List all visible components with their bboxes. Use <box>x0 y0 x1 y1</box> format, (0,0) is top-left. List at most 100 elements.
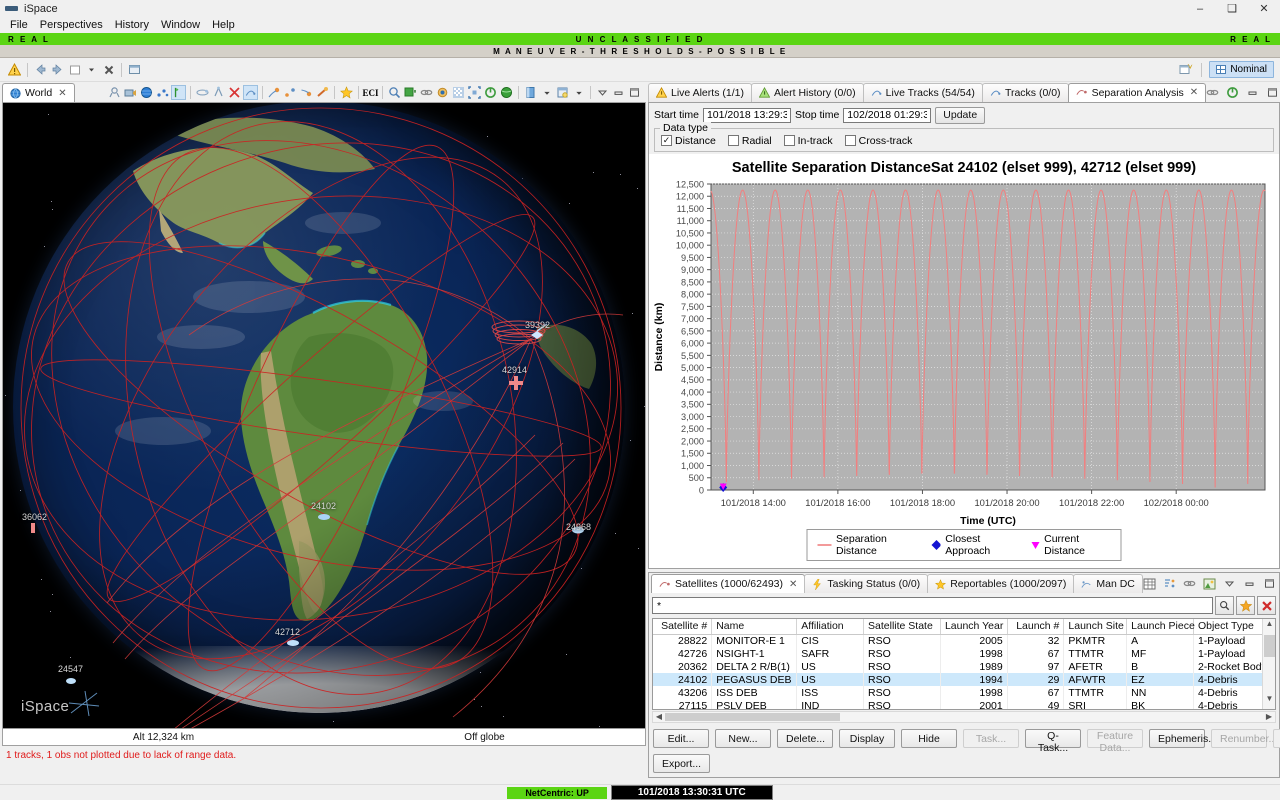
update-button[interactable]: Update <box>935 107 985 124</box>
checkbox-distance[interactable]: ✓Distance <box>661 135 716 147</box>
maximize-icon[interactable] <box>627 85 642 100</box>
col-launch-year[interactable]: Launch Year <box>940 619 1007 634</box>
scrollbar-thumb[interactable] <box>1264 635 1275 657</box>
chevron-down-icon[interactable] <box>571 85 586 100</box>
col-launch-site[interactable]: Launch Site <box>1064 619 1127 634</box>
minimize-icon[interactable] <box>1245 85 1260 100</box>
table-layout-icon[interactable] <box>1142 576 1157 591</box>
view-menu-icon[interactable] <box>1222 576 1237 591</box>
menu-history[interactable]: History <box>109 18 155 32</box>
fullscreen-icon[interactable] <box>467 85 482 100</box>
terminate-icon[interactable] <box>100 61 117 78</box>
globe-view[interactable]: 39392 42914 36062 24102 24968 42712 2454… <box>2 102 646 746</box>
scroll-left-icon[interactable]: ◀ <box>653 712 665 722</box>
rotate-icon[interactable] <box>483 85 498 100</box>
table-row[interactable]: 27115PSLV DEBINDRSO200149SRIBK4-Debris <box>653 699 1275 710</box>
close-icon[interactable]: ✕ <box>1190 87 1198 98</box>
minimize-icon[interactable] <box>611 85 626 100</box>
checkbox-radial[interactable]: Radial <box>728 135 772 147</box>
tab-satellites[interactable]: Satellites (1000/62493) ✕ <box>651 574 805 593</box>
filter-icon[interactable] <box>1236 596 1255 615</box>
sensor-icon[interactable] <box>211 85 226 100</box>
col-satellite-state[interactable]: Satellite State <box>864 619 941 634</box>
search-input[interactable] <box>652 597 1213 614</box>
search-icon[interactable] <box>1215 596 1234 615</box>
eci-label[interactable]: ECI <box>363 85 378 100</box>
close-button[interactable]: ✕ <box>1248 0 1280 17</box>
col-name[interactable]: Name <box>712 619 797 634</box>
tab-world[interactable]: World ✕ <box>2 83 75 102</box>
button-ephemeris[interactable]: Ephemeris... <box>1149 729 1205 748</box>
menu-window[interactable]: Window <box>155 18 206 32</box>
back-icon[interactable] <box>32 61 49 78</box>
satellites-table-container[interactable]: Satellite # Name Affiliation Satellite S… <box>652 618 1276 710</box>
chart-canvas[interactable]: 05001,0001,5002,0002,5003,0003,5004,0004… <box>649 176 1277 554</box>
button-export[interactable]: Export... <box>653 754 710 773</box>
scroll-right-icon[interactable]: ▶ <box>1263 712 1275 722</box>
export-image-icon[interactable] <box>1202 576 1217 591</box>
globe-canvas[interactable]: 39392 42914 36062 24102 24968 42712 2454… <box>3 103 645 745</box>
chevron-down-icon[interactable] <box>539 85 554 100</box>
tab-tasking-status[interactable]: Tasking Status (0/0) <box>804 574 928 593</box>
tab-tracks[interactable]: Tracks (0/0) <box>982 83 1069 102</box>
sort-icon[interactable] <box>1162 576 1177 591</box>
menu-help[interactable]: Help <box>206 18 241 32</box>
link-icon[interactable] <box>1205 85 1220 100</box>
perspective-nominal-button[interactable]: Nominal <box>1209 61 1274 78</box>
track-icon[interactable] <box>243 85 258 100</box>
zoom-icon[interactable] <box>387 85 402 100</box>
stop-time-input[interactable] <box>843 108 931 123</box>
new-perspective-icon[interactable] <box>1177 61 1194 78</box>
tab-live-tracks[interactable]: Live Tracks (54/54) <box>863 83 983 102</box>
book-icon[interactable] <box>555 85 570 100</box>
col-affiliation[interactable]: Affiliation <box>797 619 864 634</box>
button-edit[interactable]: Edit... <box>653 729 709 748</box>
close-icon[interactable]: ✕ <box>58 88 66 99</box>
button-display[interactable]: Display <box>839 729 895 748</box>
hscrollbar-thumb[interactable] <box>665 713 840 721</box>
maximize-icon[interactable] <box>1265 85 1280 100</box>
table-row[interactable]: 24102PEGASUS DEBUSRSO199429AFWTREZ4-Debr… <box>653 673 1275 686</box>
button-qtask[interactable]: Q-Task... <box>1025 729 1081 748</box>
scroll-down-icon[interactable]: ▼ <box>1263 694 1276 709</box>
refresh-icon[interactable] <box>1225 85 1240 100</box>
camera-icon[interactable] <box>123 85 138 100</box>
view-menu-icon[interactable] <box>595 85 610 100</box>
checkbox-in-track[interactable]: In-track <box>784 135 833 147</box>
table-horizontal-scrollbar[interactable]: ◀ ▶ <box>652 711 1276 723</box>
object-d-icon[interactable] <box>315 85 330 100</box>
warning-icon[interactable] <box>6 61 23 78</box>
grid-green-icon[interactable] <box>403 85 418 100</box>
tab-reportables[interactable]: Reportables (1000/2097) <box>927 574 1074 593</box>
orbit-icon[interactable] <box>195 85 210 100</box>
layer-icon[interactable] <box>523 85 538 100</box>
tab-man-dc[interactable]: Man DC <box>1073 574 1143 593</box>
minimize-icon[interactable] <box>1242 576 1257 591</box>
maximize-button[interactable]: ❑ <box>1216 0 1248 17</box>
tab-live-alerts[interactable]: Live Alerts (1/1) <box>648 83 752 102</box>
eye-icon[interactable] <box>435 85 450 100</box>
object-c-icon[interactable] <box>299 85 314 100</box>
col-launch-number[interactable]: Launch # <box>1007 619 1064 634</box>
table-row[interactable]: 20362DELTA 2 R/B(1)USRSO198997AFETRB2-Ro… <box>653 660 1275 673</box>
constellation-icon[interactable] <box>155 85 170 100</box>
star-icon[interactable] <box>339 85 354 100</box>
texture-icon[interactable] <box>451 85 466 100</box>
console-icon[interactable] <box>126 61 143 78</box>
table-row[interactable]: 42726NSIGHT-1SAFRRSO199867TTMTRMF1-Paylo… <box>653 647 1275 660</box>
object-a-icon[interactable] <box>267 85 282 100</box>
start-time-input[interactable] <box>703 108 791 123</box>
measure-icon[interactable] <box>107 85 122 100</box>
button-new[interactable]: New... <box>715 729 771 748</box>
clear-icon[interactable] <box>1257 596 1276 615</box>
menu-file[interactable]: File <box>4 18 34 32</box>
ground-track-icon[interactable] <box>171 85 186 100</box>
table-vertical-scrollbar[interactable]: ▲ ▼ <box>1262 619 1275 709</box>
object-b-icon[interactable] <box>283 85 298 100</box>
table-row[interactable]: 28822MONITOR-E 1CISRSO200532PKMTRA1-Payl… <box>653 634 1275 647</box>
tab-alert-history[interactable]: Alert History (0/0) <box>751 83 864 102</box>
minimize-button[interactable]: – <box>1184 0 1216 17</box>
maximize-icon[interactable] <box>1262 576 1277 591</box>
forward-icon[interactable] <box>49 61 66 78</box>
table-row[interactable]: 43206ISS DEBISSRSO199867TTMTRNN4-Debris <box>653 686 1275 699</box>
